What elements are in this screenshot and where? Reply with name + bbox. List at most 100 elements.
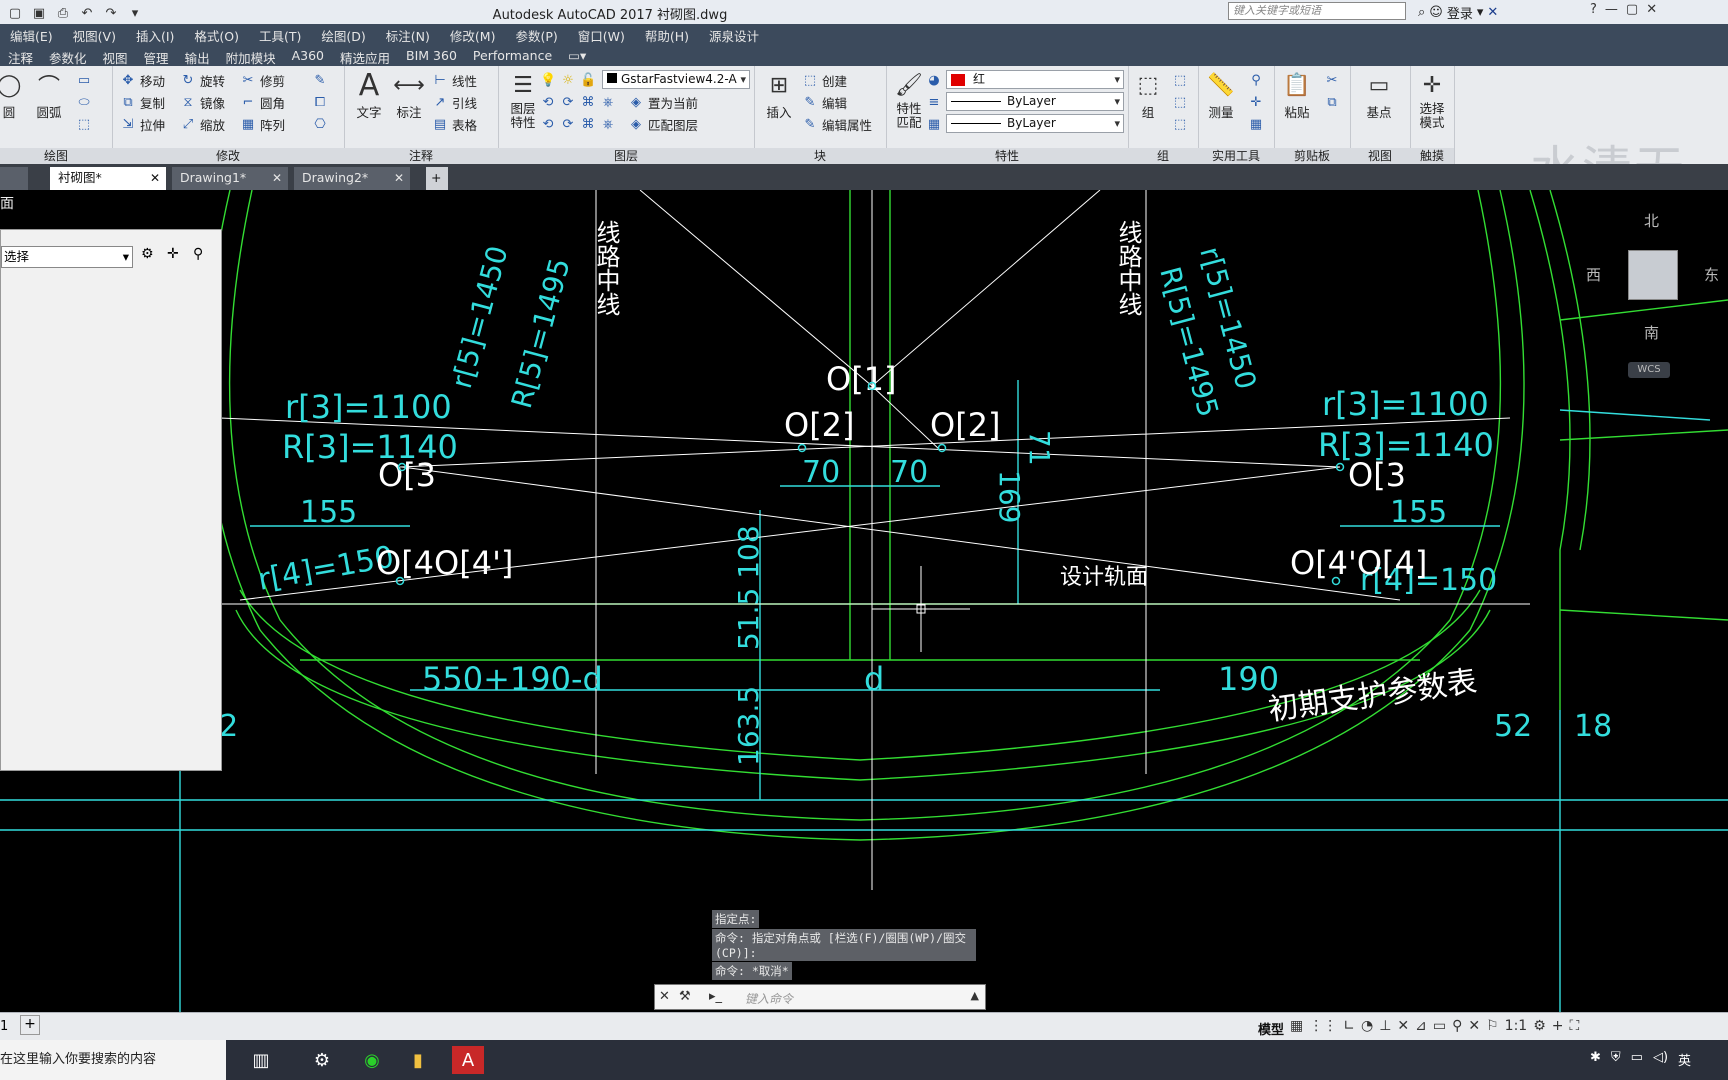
point-button[interactable]: ✛ — [1248, 92, 1264, 112]
shield-icon[interactable]: ⛨ — [1611, 1050, 1621, 1069]
viewcube-west[interactable]: 西 — [1586, 264, 1601, 285]
palette-select-dropdown[interactable]: 选择 ▾ — [1, 246, 133, 268]
edit-attribute-button[interactable]: ✎ 编辑属性 — [802, 114, 872, 134]
rotate-button[interactable]: ↻ 旋转 — [180, 70, 225, 90]
menu-dimension[interactable]: 标注(N) — [376, 24, 440, 44]
menu-modify[interactable]: 修改(M) — [440, 24, 506, 44]
panel-title-view[interactable]: 视图 — [1350, 148, 1410, 164]
palette-tool-icon-3[interactable]: ⚲ — [193, 246, 203, 262]
chevron-down-icon[interactable]: ▾ — [1477, 5, 1484, 20]
drawing-svg[interactable]: r[5]=1450 R[5]=1495 r[5]=1450 R[5]=1495 … — [0, 190, 1728, 1012]
viewcube-east[interactable]: 东 — [1704, 264, 1719, 285]
panel-title-draw[interactable]: 绘图 — [0, 148, 112, 164]
viewcube-south[interactable]: 南 — [1644, 322, 1659, 343]
cut-button[interactable]: ✂ — [1324, 70, 1340, 90]
panel-title-group[interactable]: 组 — [1128, 148, 1198, 164]
trim-button[interactable]: ✂ 修剪 — [240, 70, 285, 90]
settings-icon[interactable]: ⚙ — [306, 1046, 338, 1074]
dimension-button[interactable]: ⟷ 标注 — [386, 70, 432, 121]
select-mode-button[interactable]: ✛ 选择 模式 — [1410, 70, 1454, 130]
polar-icon[interactable]: ◔ — [1361, 1018, 1373, 1034]
panel-title-annotation[interactable]: 注释 — [344, 148, 498, 164]
plus-icon[interactable]: + — [1552, 1018, 1564, 1034]
binoculars-icon[interactable]: ⌕ — [1418, 5, 1425, 20]
snap-icon[interactable]: ⋮⋮ — [1309, 1018, 1337, 1034]
model-space-button[interactable]: 模型 — [1258, 1019, 1284, 1038]
scale-button[interactable]: ⤢ 缩放 — [180, 114, 225, 134]
panel-title-modify[interactable]: 修改 — [112, 148, 344, 164]
annotate-auto-icon[interactable]: ⚐ — [1486, 1018, 1499, 1034]
linear-button[interactable]: ⊢ 线性 — [432, 70, 477, 90]
menu-format[interactable]: 格式(O) — [184, 24, 249, 44]
color-wheel-icon[interactable]: ◕ — [926, 70, 942, 90]
add-layout-icon[interactable]: + — [20, 1015, 40, 1035]
grid-icon[interactable]: ▦ — [1290, 1018, 1303, 1034]
palette-tool-icon-1[interactable]: ⚙ — [141, 246, 154, 262]
help-search-input[interactable]: 键入关键字或短语 — [1228, 2, 1406, 20]
tab-annotate[interactable]: 注释 — [0, 44, 41, 66]
group-edit-button[interactable]: ⬚ — [1172, 92, 1188, 112]
minimize-icon[interactable]: — — [1605, 2, 1618, 17]
volume-icon[interactable]: ◁) — [1653, 1050, 1668, 1069]
menu-parametric[interactable]: 参数(P) — [505, 24, 567, 44]
file-tab-chenqi[interactable]: 衬砌图* ✕ — [50, 167, 166, 190]
close-tab-icon[interactable]: ✕ — [272, 167, 282, 189]
quick-select-button[interactable]: ⚲ — [1248, 70, 1264, 90]
scale-value[interactable]: 1:1 — [1505, 1018, 1528, 1034]
panel-title-utilities[interactable]: 实用工具 — [1198, 148, 1274, 164]
create-block-button[interactable]: ⬚ 创建 — [802, 70, 847, 90]
match-layer-button[interactable]: ◈ 匹配图层 — [628, 114, 698, 134]
wcs-menu[interactable]: WCS — [1628, 362, 1670, 378]
file-tab-drawing1[interactable]: Drawing1* ✕ — [172, 167, 288, 190]
measure-button[interactable]: 📏 测量 — [1198, 70, 1244, 121]
layer-tools-row1[interactable]: ⟲ ⟳ ⌘ ⎈ — [540, 92, 616, 112]
close-command-icon[interactable]: ✕ — [659, 989, 670, 1004]
help-icon[interactable]: ? — [1590, 2, 1597, 17]
copy-button[interactable]: ⧉ 复制 — [120, 92, 165, 112]
ellipse-button[interactable]: ⬭ — [76, 92, 92, 112]
tab-parametric[interactable]: 参数化 — [41, 44, 95, 66]
layer-state-icons[interactable]: 💡 ☼ 🔓 — [540, 70, 596, 90]
close-tab-icon[interactable]: ✕ — [150, 167, 160, 189]
palette-tool-icon-2[interactable]: ✛ — [167, 246, 179, 262]
command-expand-icon[interactable]: ▲ — [971, 989, 979, 1002]
wechat-icon[interactable]: ◉ — [356, 1046, 388, 1074]
fillet-button[interactable]: ⌐ 圆角 — [240, 92, 285, 112]
leader-button[interactable]: ↗ 引线 — [432, 92, 477, 112]
login-area[interactable]: ⌕ ☺ 登录 ▾ ✕ — [1418, 3, 1498, 22]
taskbar-desktop-thumbnail[interactable]: ▥ — [236, 1046, 286, 1074]
lineweight-dropdown[interactable]: ByLayer — [946, 114, 1124, 133]
menu-window[interactable]: 窗口(W) — [568, 24, 635, 44]
tab-a360[interactable]: A360 — [284, 44, 332, 66]
panel-title-block[interactable]: 块 — [754, 148, 886, 164]
close-icon[interactable]: ✕ — [1646, 2, 1657, 17]
login-label[interactable]: 登录 — [1447, 3, 1473, 22]
wrench-icon[interactable]: ⚒ — [679, 989, 691, 1004]
panel-title-properties[interactable]: 特性 — [886, 148, 1128, 164]
annotation-scale-icon[interactable]: ✕ — [1468, 1018, 1480, 1034]
selection-cycling-icon[interactable]: ▭ — [1433, 1018, 1446, 1034]
base-point-button[interactable]: ▭ 基点 — [1356, 70, 1402, 121]
viewcube-top-face[interactable] — [1628, 250, 1678, 300]
panel-title-touch[interactable]: 触摸 — [1410, 148, 1454, 164]
group-select-button[interactable]: ⬚ — [1172, 114, 1188, 134]
fullscreen-icon[interactable]: ⛶ — [1569, 1018, 1579, 1034]
tab-featured-apps[interactable]: 精选应用 — [332, 44, 398, 66]
menu-draw[interactable]: 绘图(D) — [311, 24, 375, 44]
hatch-button[interactable]: ⬚ — [76, 114, 92, 134]
network-icon[interactable]: ▭ — [1631, 1050, 1643, 1069]
file-explorer-icon[interactable]: ▮ — [402, 1046, 434, 1074]
insert-button[interactable]: ⊞ 插入 — [756, 70, 802, 121]
stretch-button[interactable]: ⇲ 拉伸 — [120, 114, 165, 134]
array-button[interactable]: ▦ 阵列 — [240, 114, 285, 134]
menu-tools[interactable]: 工具(T) — [249, 24, 311, 44]
command-line[interactable]: ✕ ⚒ ▸_ 键入命令 ▲ — [654, 984, 986, 1010]
new-tab-button[interactable]: + — [426, 167, 448, 190]
panel-title-layers[interactable]: 图层 — [498, 148, 754, 164]
file-tab-drawing2[interactable]: Drawing2* ✕ — [294, 167, 410, 190]
tab-manage[interactable]: 管理 — [136, 44, 177, 66]
ungroup-button[interactable]: ⬚ — [1172, 70, 1188, 90]
mirror-button[interactable]: ⧖ 镜像 — [180, 92, 225, 112]
viewcube[interactable]: 北 西 东 南 WCS — [1580, 206, 1720, 386]
taskbar-search[interactable]: 在这里输入你要搜索的内容 — [0, 1040, 226, 1080]
